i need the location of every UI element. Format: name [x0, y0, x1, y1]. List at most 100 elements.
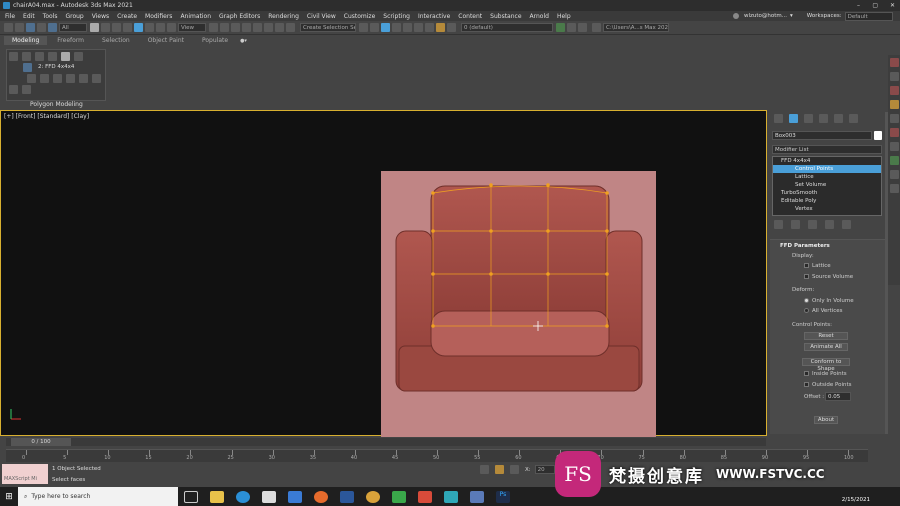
select-by-name-icon[interactable]	[101, 23, 110, 32]
spinner-snap-icon[interactable]	[275, 23, 284, 32]
render-setup-icon[interactable]	[436, 23, 445, 32]
modifier-list-dropdown[interactable]: Modifier List	[772, 145, 882, 154]
store-icon[interactable]	[262, 490, 276, 503]
pin-stack-icon[interactable]	[774, 220, 783, 229]
layer-manager-icon[interactable]	[567, 23, 576, 32]
viewport[interactable]: [+] [Front] [Standard] [Clay]	[0, 110, 767, 437]
offset-spinner[interactable]: 0.05	[825, 392, 851, 401]
ribbon-tab[interactable]: Selection	[94, 36, 138, 45]
select-place-icon[interactable]	[167, 23, 176, 32]
mirror-icon[interactable]	[359, 23, 368, 32]
object-name-field[interactable]: Box003	[772, 131, 872, 140]
material-icon[interactable]	[889, 114, 899, 123]
utilities-tab-icon[interactable]	[849, 113, 858, 123]
edit-named-selection-icon[interactable]	[286, 23, 295, 32]
create-tab-icon[interactable]	[774, 113, 783, 123]
layer-settings-icon[interactable]	[578, 23, 587, 32]
menu-item[interactable]: Edit	[23, 13, 35, 20]
file-explorer-icon[interactable]	[210, 490, 224, 503]
ribbon-tab[interactable]: Object Paint	[140, 36, 192, 45]
preview-icon[interactable]	[40, 74, 49, 83]
menu-item[interactable]: File	[5, 13, 15, 20]
firefox-icon[interactable]	[314, 490, 328, 503]
stack-item[interactable]: TurboSmooth	[773, 189, 881, 197]
unlink-icon[interactable]	[37, 23, 46, 32]
all-vertices-radio[interactable]: All Vertices	[804, 308, 843, 314]
ribbon-tab[interactable]: Freeform	[49, 36, 92, 45]
vertex-mode-icon[interactable]	[22, 52, 31, 61]
use-soft-selection-icon[interactable]	[53, 74, 62, 83]
window-crossing-icon[interactable]	[123, 23, 132, 32]
menu-item[interactable]: Views	[92, 13, 109, 20]
keyboard-shortcut-icon[interactable]	[231, 23, 240, 32]
camtasia-icon[interactable]	[392, 490, 406, 503]
time-slider-thumb[interactable]: 0 / 100	[11, 438, 71, 446]
polygon-mode-icon[interactable]	[61, 52, 70, 61]
hierarchy-tab-icon[interactable]	[804, 113, 813, 123]
workspace-select[interactable]: Default	[844, 11, 893, 21]
menu-item[interactable]: Modifiers	[145, 13, 172, 20]
menu-item[interactable]: Scripting	[383, 13, 410, 20]
3dsmax-icon[interactable]	[444, 490, 458, 503]
light-icon[interactable]	[889, 72, 899, 81]
lattice-checkbox[interactable]: Lattice	[804, 263, 831, 269]
screen-recorder-icon[interactable]	[418, 490, 432, 503]
chevron-down-icon[interactable]: ▾	[790, 13, 793, 19]
menu-item[interactable]: Graph Editors	[219, 13, 260, 20]
selection-set-dropdown[interactable]: Create Selection Se	[300, 23, 356, 32]
curve-editor-icon[interactable]	[403, 23, 412, 32]
ribbon-panel-label[interactable]: Polygon Modeling	[30, 101, 83, 108]
remove-modifier-icon[interactable]	[825, 220, 834, 229]
ring-options-icon[interactable]	[22, 85, 31, 94]
teapot-icon[interactable]	[889, 86, 899, 95]
undo-icon[interactable]	[4, 23, 13, 32]
photos-icon[interactable]	[470, 490, 484, 503]
select-scale-icon[interactable]	[156, 23, 165, 32]
menu-item[interactable]: Create	[117, 13, 137, 20]
material-editor-icon[interactable]	[425, 23, 434, 32]
loop-icon[interactable]	[92, 74, 101, 83]
chair-model[interactable]	[381, 171, 656, 437]
edit-poly-icon[interactable]	[9, 52, 18, 61]
menu-item[interactable]: Content	[458, 13, 482, 20]
display-tab-icon[interactable]	[834, 113, 843, 123]
menu-item[interactable]: Animation	[180, 13, 211, 20]
menu-item[interactable]: Substance	[490, 13, 521, 20]
taskbar-search-box[interactable]: ⌕ Type here to search	[18, 487, 178, 506]
menu-item[interactable]: Civil View	[307, 13, 336, 20]
stack-item[interactable]: Lattice	[773, 173, 881, 181]
chrome-icon[interactable]	[366, 490, 380, 503]
maxscript-mini-listener[interactable]: MAXScript Mi	[2, 464, 48, 484]
select-manipulate-icon[interactable]	[220, 23, 229, 32]
ribbon-options-icon[interactable]: ●▾	[240, 38, 247, 44]
inside-points-checkbox[interactable]: Inside Points	[804, 371, 847, 377]
menu-item[interactable]: Group	[65, 13, 83, 20]
edge-mode-icon[interactable]	[35, 52, 44, 61]
pin-stack-icon[interactable]	[27, 74, 36, 83]
layer-icon[interactable]	[447, 23, 456, 32]
select-object-icon[interactable]	[90, 23, 99, 32]
menu-item[interactable]: Help	[557, 13, 571, 20]
windows-start-icon[interactable]: ⊞	[0, 492, 18, 502]
about-button[interactable]: About	[814, 416, 838, 424]
grid-icon[interactable]	[889, 184, 899, 193]
render-frame-icon[interactable]	[889, 58, 899, 67]
settings-icon[interactable]	[889, 170, 899, 179]
bind-space-warp-icon[interactable]	[48, 23, 57, 32]
menu-item[interactable]: Interactive	[418, 13, 450, 20]
mail-icon[interactable]	[288, 490, 302, 503]
maximize-button[interactable]: ▢	[872, 2, 878, 9]
sun-icon[interactable]	[889, 100, 899, 109]
angle-snap-icon[interactable]	[253, 23, 262, 32]
percent-snap-icon[interactable]	[264, 23, 273, 32]
only-in-volume-radio[interactable]: Only In Volume	[804, 298, 854, 304]
ribbon-tab[interactable]: Modeling	[4, 36, 48, 45]
select-rotate-icon[interactable]	[145, 23, 154, 32]
x-coordinate-field[interactable]: 20	[534, 465, 555, 474]
modifier-stack-dropdown[interactable]: 2: FFD 4x4x4	[36, 63, 91, 72]
menu-item[interactable]: Customize	[344, 13, 376, 20]
stack-item[interactable]: Vertex	[773, 205, 881, 213]
shrink-icon[interactable]	[79, 74, 88, 83]
project-folder-icon[interactable]	[592, 23, 601, 32]
snaps-toggle-icon[interactable]	[242, 23, 251, 32]
